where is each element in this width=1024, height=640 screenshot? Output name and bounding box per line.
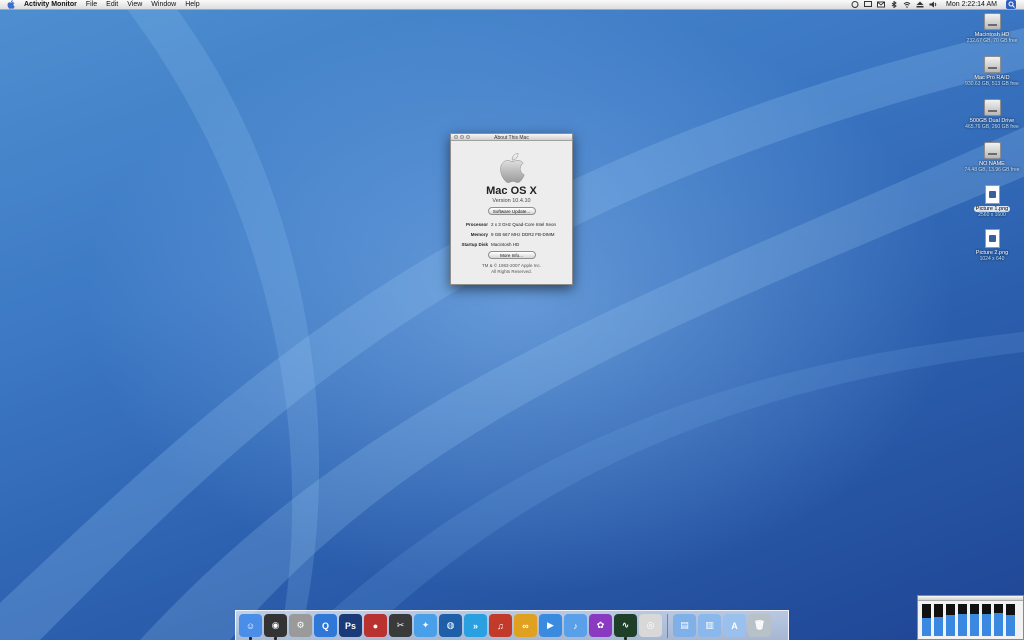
cpu-core-fill xyxy=(1006,614,1015,636)
processor-row: Processor 2 x 3 GHz Quad-Core Intel Xeon xyxy=(451,222,572,227)
dock: ☺ ◉ ⚙ Q Ps ● ✂ ✦ ◍» ♫ ∞ ▶ ♪ ✿ ∿ ◎ ▤ ▥ A 🗑 xyxy=(235,610,789,640)
startup-disk-label: Startup Disk xyxy=(461,242,488,247)
cpu-core-bar xyxy=(922,604,931,636)
memory-row: Memory 9 GB 667 MHz DDR2 FB-DIMM xyxy=(451,232,572,237)
cpu-core-fill xyxy=(994,612,1003,636)
processor-label: Processor xyxy=(465,222,488,227)
quicktime-icon[interactable]: Q xyxy=(314,614,337,637)
desktop-file-picture-2[interactable]: Picture 2.png 1024 x 640 xyxy=(962,229,1022,262)
cpu-core-fill xyxy=(946,615,955,636)
cpu-core-fill xyxy=(958,613,967,636)
aperture-icon[interactable]: ● xyxy=(364,614,387,637)
activity-monitor-icon[interactable] xyxy=(851,1,859,8)
hard-drive-icon xyxy=(983,99,1001,116)
software-update-button[interactable]: Software Update... xyxy=(487,207,536,215)
globe-icon[interactable]: ◍ xyxy=(439,614,462,637)
activity-monitor-icon[interactable]: ∿ xyxy=(614,614,637,640)
menu-view[interactable]: View xyxy=(127,1,142,8)
cpu-core-bar xyxy=(946,604,955,636)
menu-app-name[interactable]: Activity Monitor xyxy=(24,1,77,8)
eject-icon[interactable] xyxy=(916,1,924,8)
startup-disk-row: Startup Disk Macintosh HD xyxy=(451,242,572,247)
startup-disk-value: Macintosh HD xyxy=(491,242,520,247)
desktop-file-picture-1[interactable]: Picture 1.png 2560 x 1600 xyxy=(962,185,1022,218)
ipod-icon[interactable]: ◎ xyxy=(639,614,662,637)
menu-bar: Activity Monitor File Edit View Window H… xyxy=(0,0,1024,10)
cpu-core-bar xyxy=(958,604,967,636)
more-info-button[interactable]: More Info... xyxy=(487,251,536,259)
cpu-core-fill xyxy=(982,614,991,636)
hard-drive-icon xyxy=(983,142,1001,159)
cpu-core-bars xyxy=(918,601,1023,639)
apple-logo-icon xyxy=(451,153,572,183)
processor-value: 2 x 3 GHz Quad-Core Intel Xeon xyxy=(491,222,557,227)
desktop-disk-mac-pro-raid[interactable]: Mac Pro RAID 930.63 GB, 513 GB free xyxy=(962,56,1022,87)
icon-info: 74.48 GB, 13.96 GB free xyxy=(964,167,1020,173)
menu-help[interactable]: Help xyxy=(185,1,199,8)
window-titlebar[interactable]: About This Mac xyxy=(451,134,572,141)
about-this-mac-window: About This Mac Mac OS X Version 10.4.10 … xyxy=(450,133,573,285)
cpu-core-bar xyxy=(1006,604,1015,636)
dock-separator xyxy=(667,613,668,638)
memory-value: 9 GB 667 MHz DDR2 FB-DIMM xyxy=(491,232,555,237)
cpu-core-fill xyxy=(970,613,979,636)
hard-drive-icon xyxy=(983,13,1001,30)
desktop-disk-dual-drive[interactable]: 500GB Dual Drive 465.76 GB, 260 GB free xyxy=(962,99,1022,130)
cpu-core-fill xyxy=(934,616,943,636)
colorsync-icon[interactable]: ✿ xyxy=(589,614,612,637)
cpu-core-bar xyxy=(982,604,991,636)
bluetooth-icon[interactable] xyxy=(890,0,898,9)
os-version: Version 10.4.10 xyxy=(492,198,531,204)
menu-window[interactable]: Window xyxy=(151,1,176,8)
icon-info: 465.76 GB, 260 GB free xyxy=(965,124,1019,130)
cpu-usage-floating-window[interactable] xyxy=(917,595,1024,640)
applications-folder-icon[interactable]: A xyxy=(723,614,746,637)
itunes-icon[interactable]: ♪ xyxy=(564,614,587,637)
facetime-icon[interactable]: ▶ xyxy=(539,614,562,637)
hard-drive-icon xyxy=(983,56,1001,73)
cpu-core-bar xyxy=(934,604,943,636)
finder-icon[interactable]: ☺ xyxy=(239,614,262,640)
image-file-icon xyxy=(984,185,1000,204)
cpu-core-bar xyxy=(970,604,979,636)
wifi-icon[interactable] xyxy=(903,1,911,8)
documents-folder-icon[interactable]: ▤ xyxy=(673,614,696,637)
menu-extras: Mon 2:22:14 AM xyxy=(851,0,1024,9)
mail-icon[interactable] xyxy=(877,1,886,8)
copyright-text: TM & © 1983-2007 Apple Inc. All Rights R… xyxy=(451,263,572,275)
front-row-icon[interactable]: » xyxy=(464,614,487,637)
menu-edit[interactable]: Edit xyxy=(106,1,118,8)
photoshop-icon[interactable]: Ps xyxy=(339,614,362,637)
cpu-core-bar xyxy=(994,604,1003,636)
wallpaper-swoosh xyxy=(0,0,1024,640)
icon-info: 1024 x 640 xyxy=(979,256,1005,262)
display-icon[interactable] xyxy=(864,1,873,8)
os-name: Mac OS X xyxy=(486,185,537,197)
icon-info: 930.63 GB, 513 GB free xyxy=(965,81,1019,87)
safari-icon[interactable]: ✦ xyxy=(414,614,437,637)
window-title: About This Mac xyxy=(494,135,529,141)
memory-label: Memory xyxy=(470,232,488,237)
icon-info: 2560 x 1600 xyxy=(978,212,1006,218)
apple-menu-icon[interactable] xyxy=(6,0,16,10)
ichat-icon[interactable]: ∞ xyxy=(514,614,537,637)
image-file-icon xyxy=(984,229,1000,248)
volume-icon[interactable] xyxy=(929,1,937,8)
spotlight-icon[interactable] xyxy=(1006,0,1016,9)
icon-info: 232.67 GB, 70 GB free xyxy=(966,38,1018,44)
downloads-folder-icon[interactable]: ▥ xyxy=(698,614,721,637)
menu-file[interactable]: File xyxy=(86,1,97,8)
desktop-disk-macintosh-hd[interactable]: Macintosh HD 232.67 GB, 70 GB free xyxy=(962,13,1022,44)
system-preferences-icon[interactable]: ⚙ xyxy=(289,614,312,637)
trash-icon[interactable]: 🗑 xyxy=(748,614,771,637)
final-cut-icon[interactable]: ✂ xyxy=(389,614,412,637)
garageband-icon[interactable]: ♫ xyxy=(489,614,512,637)
dashboard-icon[interactable]: ◉ xyxy=(264,614,287,640)
copyright-line-2: All Rights Reserved. xyxy=(491,269,532,274)
cpu-core-fill xyxy=(922,618,931,636)
desktop: Activity Monitor File Edit View Window H… xyxy=(0,0,1024,640)
menu-clock[interactable]: Mon 2:22:14 AM xyxy=(946,1,997,8)
desktop-disk-no-name[interactable]: NO NAME 74.48 GB, 13.96 GB free xyxy=(962,142,1022,173)
